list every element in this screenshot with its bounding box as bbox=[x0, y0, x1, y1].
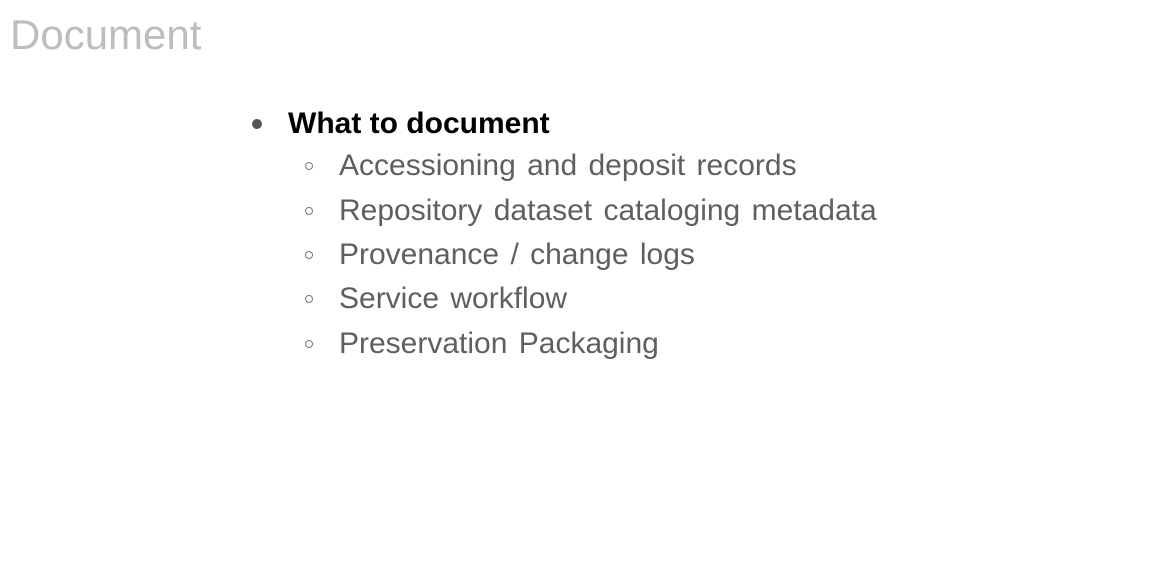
list-item-what-to-document: What to document bbox=[248, 104, 877, 144]
hollow-bullet-icon bbox=[305, 295, 313, 304]
sub-list-item: Repository dataset cataloging metadata bbox=[248, 188, 877, 232]
sub-list-item-label: Accessioning and deposit records bbox=[339, 149, 797, 183]
sub-list-item-label: Repository dataset cataloging metadata bbox=[339, 193, 877, 227]
sub-list-item: Accessioning and deposit records bbox=[248, 144, 877, 188]
hollow-bullet-icon bbox=[305, 206, 313, 215]
sub-list-item-label: Provenance / change logs bbox=[339, 237, 695, 271]
hollow-bullet-icon bbox=[305, 339, 313, 348]
sub-list-item-label: Preservation Packaging bbox=[339, 326, 659, 360]
hollow-bullet-icon bbox=[305, 162, 313, 171]
list-item-label: What to document bbox=[288, 107, 550, 140]
filled-bullet-icon bbox=[252, 119, 262, 129]
slide-title: Document bbox=[10, 11, 202, 58]
sub-list-item: Service workflow bbox=[248, 277, 877, 321]
sub-list-item: Provenance / change logs bbox=[248, 233, 877, 277]
hollow-bullet-icon bbox=[305, 250, 313, 259]
sub-list-item-label: Service workflow bbox=[339, 282, 568, 316]
sub-list-item: Preservation Packaging bbox=[248, 322, 877, 366]
bullet-list: What to document Accessioning and deposi… bbox=[248, 104, 877, 366]
sub-list: Accessioning and deposit records Reposit… bbox=[248, 144, 877, 366]
